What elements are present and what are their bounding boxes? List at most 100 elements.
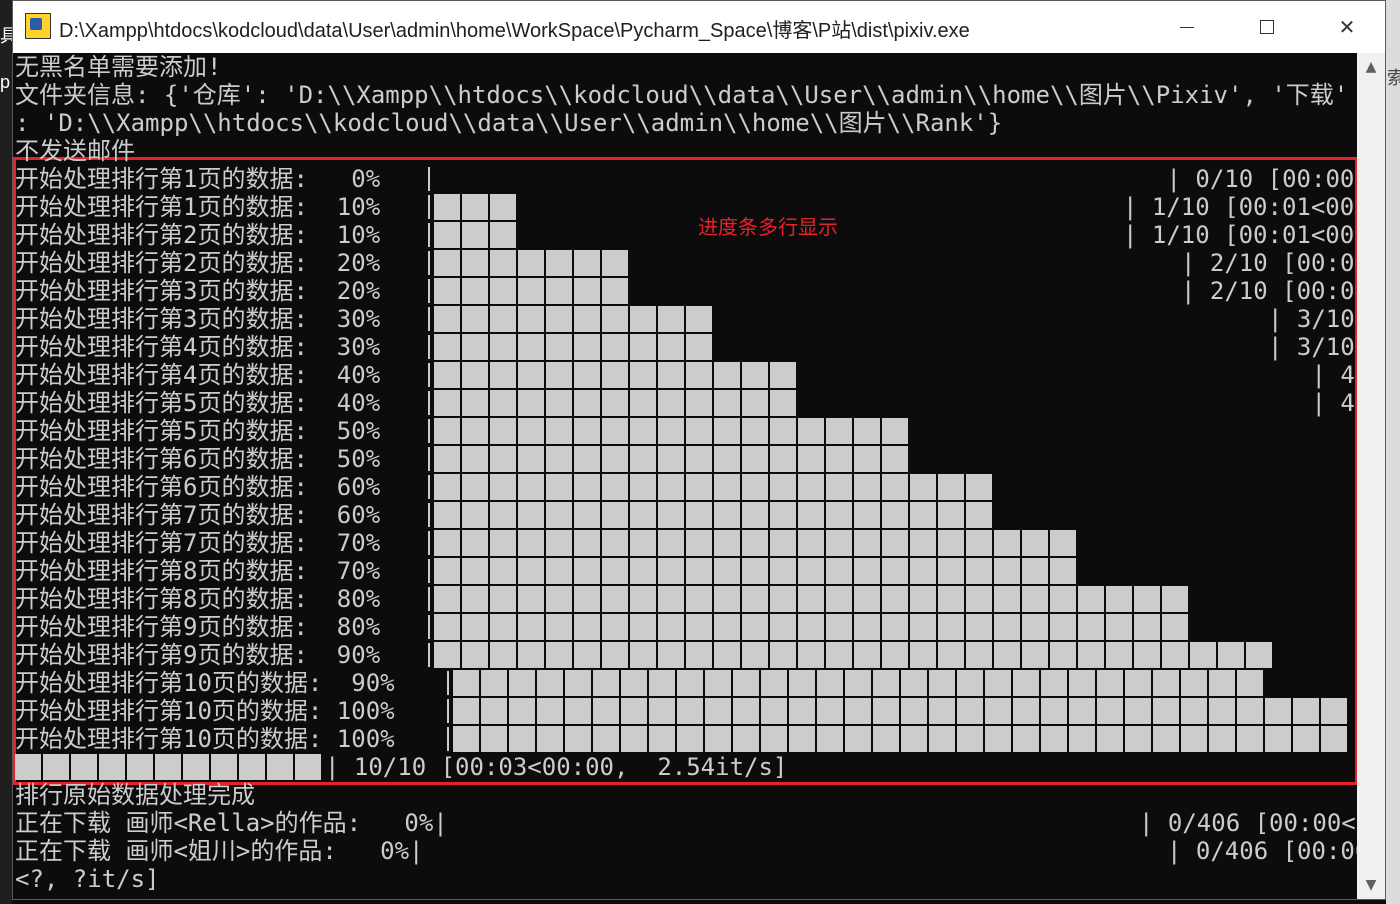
progress-block	[938, 614, 964, 640]
progress-block	[462, 558, 488, 584]
progress-block	[770, 446, 796, 472]
progress-bar-start	[428, 503, 430, 527]
progress-block	[686, 362, 712, 388]
progress-block	[742, 502, 768, 528]
progress-block	[481, 726, 507, 752]
title-bar[interactable]: D:\Xampp\htdocs\kodcloud\data\User\admin…	[13, 1, 1385, 53]
progress-block	[462, 502, 488, 528]
progress-block	[929, 726, 955, 752]
progress-block	[434, 418, 460, 444]
progress-bar-start	[447, 727, 449, 751]
progress-bar-start	[428, 223, 430, 247]
progress-block	[1069, 726, 1095, 752]
progress-block	[434, 586, 460, 612]
progress-block	[798, 502, 824, 528]
progress-block	[15, 754, 41, 780]
progress-block	[518, 418, 544, 444]
progress-block	[733, 698, 759, 724]
progress-block	[574, 474, 600, 500]
progress-block	[798, 418, 824, 444]
close-button[interactable]: ✕	[1307, 1, 1387, 53]
progress-block	[183, 754, 209, 780]
progress-block	[882, 502, 908, 528]
console-output[interactable]: 进度条多行显示 无黑名单需要添加! 文件夹信息: {'仓库': 'D:\\Xamp…	[13, 53, 1357, 899]
progress-block	[938, 642, 964, 668]
progress-block	[453, 726, 479, 752]
progress-block	[714, 502, 740, 528]
progress-block	[518, 474, 544, 500]
progress-block	[966, 502, 992, 528]
progress-block	[714, 586, 740, 612]
progress-block	[1097, 670, 1123, 696]
progress-block	[873, 698, 899, 724]
progress-block	[434, 558, 460, 584]
progress-block	[1125, 670, 1151, 696]
progress-stats: | 2/10 [00:0	[1181, 277, 1355, 305]
progress-label: 开始处理排行第8页的数据: 80%	[15, 585, 381, 613]
progress-block	[1181, 726, 1207, 752]
progress-block	[602, 614, 628, 640]
scroll-up-button[interactable]: ▲	[1357, 53, 1385, 81]
progress-bar-start	[428, 419, 430, 443]
progress-block	[434, 278, 460, 304]
progress-block	[994, 558, 1020, 584]
progress-block	[518, 502, 544, 528]
progress-block	[677, 726, 703, 752]
progress-bar-start	[428, 559, 430, 583]
progress-block	[714, 390, 740, 416]
progress-block	[658, 530, 684, 556]
progress-block	[929, 670, 955, 696]
progress-block	[826, 558, 852, 584]
python-app-icon	[25, 13, 51, 39]
progress-block	[1022, 586, 1048, 612]
progress-block	[574, 614, 600, 640]
progress-block	[1190, 642, 1216, 668]
progress-label: 开始处理排行第5页的数据: 40%	[15, 389, 381, 417]
progress-block	[490, 194, 516, 220]
progress-block	[602, 278, 628, 304]
progress-block	[658, 586, 684, 612]
progress-block	[537, 726, 563, 752]
progress-block	[733, 670, 759, 696]
progress-block	[826, 530, 852, 556]
progress-block	[985, 698, 1011, 724]
progress-label: 开始处理排行第3页的数据: 20%	[15, 277, 381, 305]
download-stats: | 0/406 [00:00	[1167, 837, 1357, 865]
minimize-button[interactable]	[1147, 1, 1227, 53]
progress-block	[826, 502, 852, 528]
vertical-scrollbar[interactable]: ▲ ▼	[1357, 53, 1385, 899]
progress-block	[1321, 726, 1347, 752]
progress-block	[714, 446, 740, 472]
progress-block	[817, 698, 843, 724]
progress-stats: | 3/10	[1268, 333, 1355, 361]
progress-block	[1050, 558, 1076, 584]
progress-block	[798, 586, 824, 612]
scroll-down-button[interactable]: ▼	[1357, 871, 1385, 899]
progress-block	[770, 530, 796, 556]
progress-block	[490, 474, 516, 500]
progress-block	[1022, 530, 1048, 556]
console-line: : 'D:\\Xampp\\htdocs\\kodcloud\\data\\Us…	[15, 109, 1003, 137]
progress-label: 开始处理排行第9页的数据: 90%	[15, 641, 381, 669]
progress-block	[994, 530, 1020, 556]
progress-label: 开始处理排行第1页的数据: 0%	[15, 165, 381, 193]
progress-label: 开始处理排行第5页的数据: 50%	[15, 417, 381, 445]
progress-line: 开始处理排行第6页的数据: 60%	[15, 473, 1355, 501]
progress-block	[565, 726, 591, 752]
progress-block	[434, 306, 460, 332]
progress-block	[1246, 642, 1272, 668]
progress-block	[1022, 642, 1048, 668]
progress-block	[1078, 586, 1104, 612]
progress-block	[537, 670, 563, 696]
progress-block	[658, 306, 684, 332]
progress-block	[658, 558, 684, 584]
progress-block	[686, 334, 712, 360]
maximize-button[interactable]	[1227, 1, 1307, 53]
progress-block	[621, 726, 647, 752]
progress-block	[1153, 670, 1179, 696]
progress-block	[593, 698, 619, 724]
progress-block	[1050, 530, 1076, 556]
progress-line: 开始处理排行第4页的数据: 30% | 3/10	[15, 333, 1355, 361]
progress-block	[882, 558, 908, 584]
progress-block	[546, 390, 572, 416]
